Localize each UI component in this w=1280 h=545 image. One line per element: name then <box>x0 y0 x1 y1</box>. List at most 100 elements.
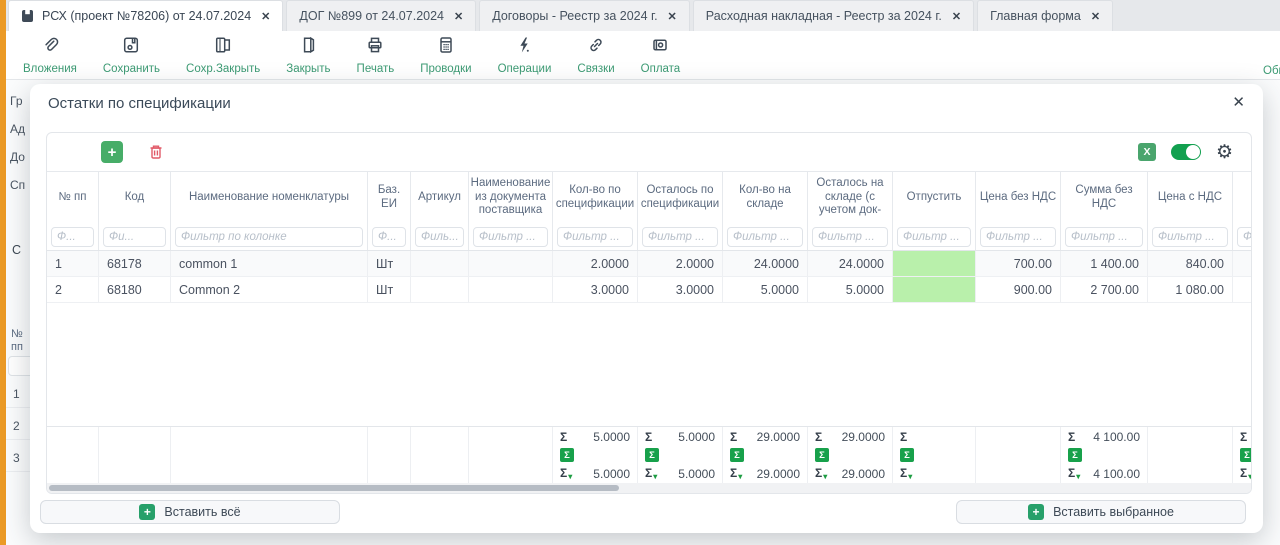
summary-total-cell: Σ5.0000 <box>553 427 638 446</box>
column-header-11: Цена без НДС <box>976 172 1061 223</box>
filter-toggle[interactable] <box>1171 144 1201 160</box>
sigma-sum-button[interactable]: Σ <box>1068 448 1082 462</box>
column-filter-input[interactable] <box>642 227 718 247</box>
toolbar-postings-button[interactable]: Проводки <box>407 35 484 75</box>
table-cell: Шт <box>368 251 411 276</box>
sigma-sum-button[interactable]: Σ <box>815 448 829 462</box>
payment-icon <box>650 35 670 60</box>
column-filter-input[interactable] <box>1065 227 1143 247</box>
filter-cell-12 <box>1061 223 1148 250</box>
toolbar-save-button[interactable]: Сохранить <box>90 35 173 75</box>
column-filter-input[interactable] <box>415 227 464 247</box>
column-filter-input[interactable] <box>980 227 1056 247</box>
insert-selected-button[interactable]: + Вставить выбранное <box>956 500 1246 524</box>
tab-label: РСХ (проект №78206) от 24.07.2024 <box>42 9 251 23</box>
sigma-sum-button[interactable]: Σ <box>900 448 914 462</box>
bg-row-number: 1 <box>13 387 20 401</box>
column-header-14: Сумма с НДС <box>1233 172 1252 223</box>
dialog-close-icon[interactable]: ✕ <box>1232 93 1245 111</box>
settings-gear-icon[interactable]: ⚙ <box>1216 143 1233 162</box>
add-row-button[interactable]: + <box>101 141 123 163</box>
tab-0[interactable]: РСХ (проект №78206) от 24.07.2024 ✕ <box>8 0 283 31</box>
column-header-1: Код <box>99 172 171 223</box>
tab-1[interactable]: ДОГ №899 от 24.07.2024 ✕ <box>286 0 476 31</box>
column-header-10: Отпустить <box>893 172 976 223</box>
insert-all-label: Вставить всё <box>164 505 240 519</box>
table-row[interactable]: 268180Common 2Шт3.00003.00005.00005.0000… <box>47 277 1251 303</box>
toolbar-refresh-button[interactable]: Обновить <box>1250 31 1280 80</box>
column-filter-input[interactable] <box>1152 227 1228 247</box>
toolbar-attachments-button[interactable]: Вложения <box>10 35 90 75</box>
tab-close-icon[interactable]: ✕ <box>454 10 463 23</box>
column-header-4: Артикул <box>411 172 469 223</box>
summary-total-cell: Σ4 100.00 <box>1061 427 1148 446</box>
sigma-glyph: Σ <box>900 466 907 480</box>
summary-action-cell: Σ <box>893 446 976 464</box>
toolbar-print-button[interactable]: Печать <box>344 35 408 75</box>
tab-label: ДОГ №899 от 24.07.2024 <box>299 9 444 23</box>
table-row[interactable]: 168178common 1Шт2.00002.000024.000024.00… <box>47 251 1251 277</box>
save-icon <box>121 35 141 60</box>
tab-close-icon[interactable]: ✕ <box>668 10 677 23</box>
tab-close-icon[interactable]: ✕ <box>952 10 961 23</box>
column-filter-input[interactable] <box>103 227 166 247</box>
tab-close-icon[interactable]: ✕ <box>261 10 270 23</box>
sigma-sum-button[interactable]: Σ <box>730 448 744 462</box>
export-excel-button[interactable]: X <box>1138 143 1156 161</box>
summary-total-cell <box>171 427 368 446</box>
toolbar-links-button[interactable]: Связки <box>564 35 627 75</box>
toggle-knob <box>1186 145 1200 159</box>
toolbar-label: Обновить <box>1263 65 1280 77</box>
tab-3[interactable]: Расходная накладная - Реестр за 2024 г.✕ <box>693 0 974 31</box>
column-header-7: Осталось по спецификации <box>638 172 723 223</box>
column-filter-input[interactable] <box>557 227 633 247</box>
toolbar-save-close-button[interactable]: Сохр.Закрыть <box>173 35 273 75</box>
column-filter-input[interactable] <box>727 227 803 247</box>
sigma-sum-button[interactable]: Σ <box>560 448 574 462</box>
table-controls: X ⚙ <box>1138 143 1233 162</box>
sigma-sum-button[interactable]: Σ <box>645 448 659 462</box>
summary-filtered-cell <box>171 464 368 483</box>
insert-all-button[interactable]: + Вставить всё <box>40 500 340 524</box>
column-filter-input[interactable] <box>175 227 363 247</box>
column-header-label: Цена без НДС <box>980 191 1056 205</box>
toolbar-operations-button[interactable]: Операции <box>485 35 565 75</box>
cell-value: 900.00 <box>1014 283 1052 297</box>
table-panel: + X ⚙ № ппКодНаименование номенклатурыБа… <box>46 132 1252 494</box>
summary-total-cell <box>368 427 411 446</box>
cell-value: 1 <box>55 257 62 271</box>
main-toolbar: ВложенияСохранитьСохр.ЗакрытьЗакрытьПеча… <box>6 31 1280 80</box>
table-cell: 1 <box>47 251 99 276</box>
summary-total-cell: Σ29.0000 <box>723 427 808 446</box>
summary-filtered-cell <box>47 464 99 483</box>
delete-row-button[interactable] <box>147 143 165 161</box>
tab-2[interactable]: Договоры - Реестр за 2024 г.✕ <box>479 0 690 31</box>
tab-close-icon[interactable]: ✕ <box>1091 10 1100 23</box>
toolbar-close-button[interactable]: Закрыть <box>273 35 343 75</box>
tab-4[interactable]: Главная форма ✕ <box>977 0 1113 31</box>
table-cell: 1 680.00 <box>1233 251 1252 276</box>
cell-value: 68178 <box>107 257 142 271</box>
filter-cell-0 <box>47 223 99 250</box>
cell-value: Common 2 <box>179 283 240 297</box>
toolbar-payment-button[interactable]: Оплата <box>628 35 694 75</box>
release-qty-cell[interactable] <box>893 277 976 302</box>
summary-filtered-cell: Σ▾ <box>893 464 976 483</box>
column-filter-input[interactable] <box>372 227 406 247</box>
table-cell: 68180 <box>99 277 171 302</box>
summary-total-cell: Σ <box>1233 427 1252 446</box>
column-filter-input[interactable] <box>51 227 94 247</box>
table-cell: 3.0000 <box>638 277 723 302</box>
sigma-sum-button[interactable]: Σ <box>1240 448 1252 462</box>
column-filter-input[interactable] <box>812 227 888 247</box>
table-cell: 24.0000 <box>808 251 893 276</box>
summary-filtered-cell <box>469 464 553 483</box>
tab-label: Главная форма <box>990 9 1081 23</box>
column-filter-input[interactable] <box>1237 227 1252 247</box>
scrollbar-thumb[interactable] <box>49 485 619 491</box>
release-qty-cell[interactable] <box>893 251 976 276</box>
summary-filtered-cell: Σ▾ <box>1233 464 1252 483</box>
column-filter-input[interactable] <box>897 227 971 247</box>
column-filter-input[interactable] <box>473 227 548 247</box>
save-close-icon <box>213 35 233 60</box>
